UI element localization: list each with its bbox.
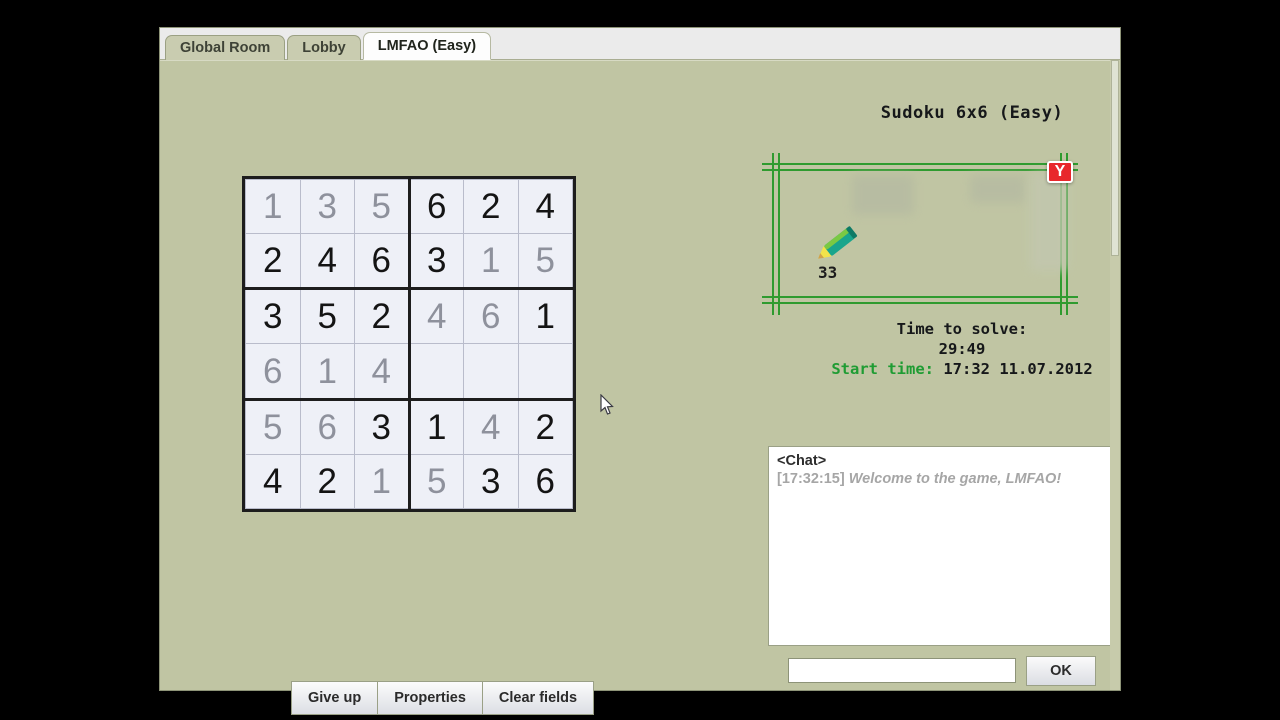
sudoku-cell-r2c3[interactable]: 6 bbox=[354, 232, 411, 291]
advertisement-panel[interactable]: Y 33 bbox=[762, 153, 1078, 315]
sudoku-cell-r1c2[interactable]: 3 bbox=[299, 179, 355, 234]
ad-content-block-1 bbox=[852, 175, 914, 215]
sudoku-row: 1 3 5 6 2 4 bbox=[245, 179, 573, 234]
sudoku-cell-r2c1[interactable]: 2 bbox=[245, 232, 301, 291]
ad-content-block-3 bbox=[1030, 173, 1068, 271]
sudoku-cell-r1c1[interactable]: 1 bbox=[245, 179, 301, 234]
sudoku-cell-r1c6[interactable]: 4 bbox=[517, 179, 573, 234]
sudoku-cell-r4c5[interactable] bbox=[463, 343, 519, 401]
timer-block: Time to solve: 29:49 Start time: 17:32 1… bbox=[792, 319, 1132, 379]
sudoku-row: 2 4 6 3 1 5 bbox=[245, 232, 573, 291]
sudoku-cell-r3c5[interactable]: 6 bbox=[463, 288, 519, 345]
sudoku-cell-r2c5[interactable]: 1 bbox=[463, 232, 519, 291]
sudoku-cell-r3c4[interactable]: 4 bbox=[408, 288, 464, 345]
sudoku-cell-r4c4[interactable] bbox=[408, 343, 464, 401]
tab-lmfao-easy[interactable]: LMFAO (Easy) bbox=[362, 32, 492, 60]
sudoku-cell-r5c1[interactable]: 5 bbox=[245, 398, 301, 456]
sudoku-cell-r5c6[interactable]: 2 bbox=[517, 398, 573, 456]
scrollbar-thumb[interactable] bbox=[1111, 60, 1119, 256]
sudoku-grid[interactable]: 1 3 5 6 2 4 2 4 6 3 1 5 3 5 2 4 6 1 6 1 … bbox=[242, 176, 576, 512]
sudoku-cell-r2c6[interactable]: 5 bbox=[517, 232, 573, 291]
sudoku-row: 3 5 2 4 6 1 bbox=[245, 288, 573, 345]
sudoku-table: 1 3 5 6 2 4 2 4 6 3 1 5 3 5 2 4 6 1 6 1 … bbox=[245, 179, 573, 509]
mouse-cursor-icon bbox=[600, 394, 614, 415]
frame-line-top-outer bbox=[762, 163, 1078, 165]
sudoku-cell-r6c6[interactable]: 6 bbox=[517, 454, 573, 509]
start-time-label: Start time: bbox=[831, 360, 934, 378]
tab-bar: Global Room Lobby LMFAO (Easy) bbox=[160, 28, 1120, 60]
sudoku-cell-r6c1[interactable]: 4 bbox=[245, 454, 301, 509]
frame-line-left-outer bbox=[772, 153, 774, 315]
chat-input[interactable] bbox=[788, 658, 1016, 683]
sudoku-cell-r3c2[interactable]: 5 bbox=[299, 288, 355, 345]
sudoku-cell-r4c6[interactable] bbox=[517, 343, 573, 401]
pencil-icon bbox=[818, 226, 858, 259]
start-time-line: Start time: 17:32 11.07.2012 bbox=[792, 359, 1132, 379]
give-up-button[interactable]: Give up bbox=[291, 681, 378, 715]
yandex-ad-badge-icon[interactable]: Y bbox=[1047, 161, 1073, 183]
properties-button[interactable]: Properties bbox=[377, 681, 482, 715]
sudoku-cell-r3c1[interactable]: 3 bbox=[245, 288, 301, 345]
sudoku-cell-r5c3[interactable]: 3 bbox=[354, 398, 411, 456]
sudoku-cell-r6c4[interactable]: 5 bbox=[408, 454, 464, 509]
pencil-count-label: 33 bbox=[818, 263, 838, 282]
sudoku-cell-r3c6[interactable]: 1 bbox=[517, 288, 573, 345]
window-vertical-scrollbar[interactable] bbox=[1110, 60, 1120, 690]
time-to-solve-value: 29:49 bbox=[938, 340, 986, 358]
start-time-value: 17:32 11.07.2012 bbox=[943, 360, 1093, 378]
chat-log[interactable]: <Chat> [17:32:15] Welcome to the game, L… bbox=[768, 446, 1113, 646]
sudoku-cell-r1c4[interactable]: 6 bbox=[408, 179, 464, 234]
sudoku-cell-r4c2[interactable]: 1 bbox=[299, 343, 355, 401]
sudoku-row: 4 2 1 5 3 6 bbox=[245, 454, 573, 509]
sudoku-row: 6 1 4 bbox=[245, 343, 573, 401]
sudoku-cell-r6c3[interactable]: 1 bbox=[354, 454, 411, 509]
chat-message-timestamp: [17:32:15] bbox=[777, 471, 845, 487]
sudoku-cell-r6c5[interactable]: 3 bbox=[463, 454, 519, 509]
frame-line-bottom-outer bbox=[762, 296, 1078, 298]
puzzle-title: Sudoku 6x6 (Easy) bbox=[880, 103, 1064, 123]
frame-line-bottom-inner bbox=[762, 302, 1078, 304]
game-toolbar: Give up Properties Clear fields bbox=[291, 681, 595, 715]
sudoku-cell-r4c1[interactable]: 6 bbox=[245, 343, 301, 401]
tab-strip: Global Room Lobby LMFAO (Easy) bbox=[165, 32, 493, 60]
sudoku-cell-r6c2[interactable]: 2 bbox=[299, 454, 355, 509]
ad-content-block-2 bbox=[970, 175, 1026, 203]
chat-header: <Chat> bbox=[777, 453, 827, 469]
time-to-solve-label: Time to solve: bbox=[896, 320, 1028, 338]
sudoku-cell-r2c2[interactable]: 4 bbox=[299, 232, 355, 291]
chat-message-text: Welcome to the game, LMFAO! bbox=[844, 471, 1062, 487]
frame-line-left-inner bbox=[778, 153, 780, 315]
sudoku-cell-r1c5[interactable]: 2 bbox=[463, 179, 519, 234]
tab-lobby[interactable]: Lobby bbox=[287, 35, 361, 60]
game-window: Global Room Lobby LMFAO (Easy) 1 3 5 6 2… bbox=[160, 28, 1120, 715]
sudoku-row: 5 6 3 1 4 2 bbox=[245, 398, 573, 456]
client-area: 1 3 5 6 2 4 2 4 6 3 1 5 3 5 2 4 6 1 6 1 … bbox=[160, 60, 1120, 715]
sudoku-cell-r5c4[interactable]: 1 bbox=[408, 398, 464, 456]
sudoku-cell-r1c3[interactable]: 5 bbox=[354, 179, 411, 234]
chat-send-ok-button[interactable]: OK bbox=[1026, 656, 1096, 686]
tab-global-room[interactable]: Global Room bbox=[165, 35, 286, 60]
sudoku-cell-r5c2[interactable]: 6 bbox=[299, 398, 355, 456]
chat-message: [17:32:15] Welcome to the game, LMFAO! bbox=[777, 471, 1104, 487]
sudoku-cell-r5c5[interactable]: 4 bbox=[463, 398, 519, 456]
sudoku-cell-r4c3[interactable]: 4 bbox=[354, 343, 411, 401]
clear-fields-button[interactable]: Clear fields bbox=[481, 681, 595, 715]
sudoku-cell-r3c3[interactable]: 2 bbox=[354, 288, 411, 345]
screen-root: Global Room Lobby LMFAO (Easy) 1 3 5 6 2… bbox=[0, 0, 1280, 720]
frame-line-top-inner bbox=[762, 169, 1078, 171]
sudoku-cell-r2c4[interactable]: 3 bbox=[408, 232, 464, 291]
